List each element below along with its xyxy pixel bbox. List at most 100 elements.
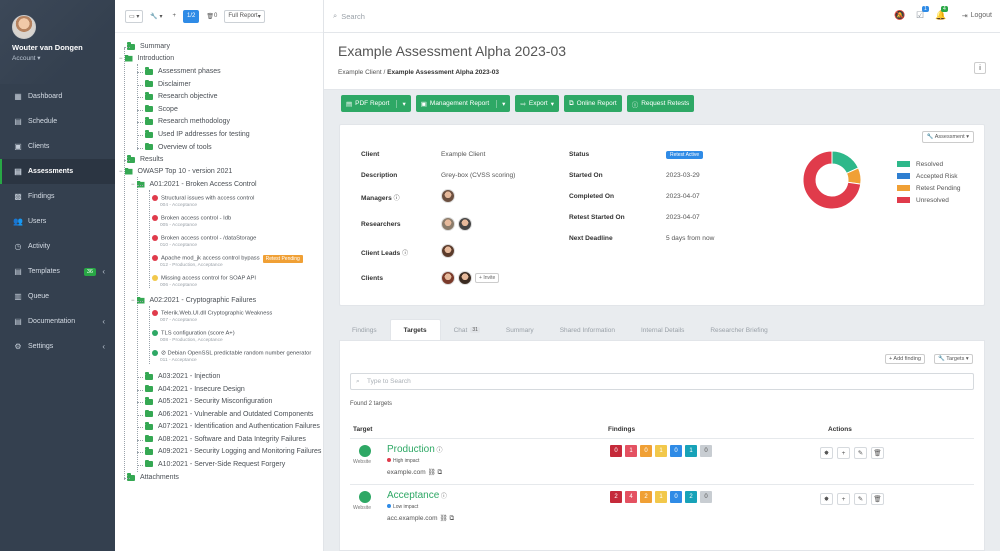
collapse-icon[interactable]: − (119, 56, 123, 62)
add-finding-button[interactable]: + Add finding (885, 354, 925, 364)
severity-count[interactable]: 2 (610, 491, 622, 503)
tab-targets[interactable]: Targets (390, 319, 441, 341)
collapse-icon[interactable]: − (119, 169, 123, 175)
sidebar-item-dashboard[interactable]: ▦Dashboard (0, 84, 115, 109)
info-icon[interactable]: ⓘ (435, 448, 443, 454)
logout-button[interactable]: ⇥Logout (962, 12, 992, 20)
tree-node-owasp-category[interactable]: A05:2021 - Security Misconfiguration (145, 398, 272, 405)
legend-item[interactable]: Accepted Risk (897, 170, 960, 182)
finding-item[interactable]: Telerik.Web.UI.dll Cryptographic Weaknes… (152, 310, 272, 323)
tree-node-owasp-category[interactable]: A09:2021 - Security Logging and Monitori… (145, 448, 321, 455)
invite-button[interactable]: + Invite (475, 273, 499, 283)
severity-count[interactable]: 0 (700, 445, 712, 457)
severity-count[interactable]: 1 (625, 445, 637, 457)
avatar[interactable] (441, 244, 455, 258)
tree-node-owasp-category[interactable]: A04:2021 - Insecure Design (145, 386, 245, 393)
edit-icon[interactable]: ✎ (854, 447, 867, 459)
sidebar-item-documentation[interactable]: ▤Documentation‹ (0, 309, 115, 334)
sidebar-item-queue[interactable]: ▥Queue (0, 284, 115, 309)
legend-item[interactable]: Unresolved (897, 194, 960, 206)
sidebar-item-clients[interactable]: ▣Clients (0, 134, 115, 159)
severity-count[interactable]: 4 (625, 491, 637, 503)
severity-count[interactable]: 1 (655, 445, 667, 457)
add-icon[interactable]: + (170, 10, 180, 23)
finding-item[interactable]: Missing access control for SOAP API006 -… (152, 275, 256, 288)
targets-dropdown[interactable]: 🔧 Targets ▾ (934, 354, 973, 364)
severity-count[interactable]: 2 (685, 491, 697, 503)
sidebar-item-assessments[interactable]: ▤Assessments (0, 159, 115, 184)
link-icon[interactable]: ⛓ (426, 469, 436, 476)
tab-researcher-briefing[interactable]: Researcher Briefing (697, 319, 780, 341)
tree-node-intro-item[interactable]: Research objective (145, 93, 218, 100)
avatar[interactable] (441, 271, 455, 285)
tab-chat[interactable]: Chat31 (441, 319, 493, 341)
severity-count[interactable]: 0 (640, 445, 652, 457)
collapse-icon[interactable]: − (131, 298, 135, 304)
export-button[interactable]: ⇨Export ▾ (515, 95, 559, 112)
tree-node-owasp-category[interactable]: A10:2021 - Server-Side Request Forgery (145, 461, 285, 468)
finding-item[interactable]: Broken access control - /dataStorage010 … (152, 235, 256, 248)
tree-node-intro-item[interactable]: Scope (145, 106, 178, 113)
assessment-dropdown[interactable]: 🔧 Assessment ▾ (922, 131, 974, 143)
tree-node-intro-item[interactable]: Assessment phases (145, 68, 221, 75)
global-search[interactable]: ⌕Search (333, 11, 365, 21)
tree-node-owasp-category[interactable]: A03:2021 - Injection (145, 373, 220, 380)
info-icon[interactable]: ⓘ (439, 494, 447, 500)
request-retests-button[interactable]: ⓘRequest Retests (627, 95, 695, 112)
sidebar-item-templates[interactable]: ▤Templates36‹ (0, 259, 115, 284)
online-report-button[interactable]: ⧉Online Report (564, 95, 622, 112)
info-icon[interactable]: i (974, 62, 986, 74)
severity-count[interactable]: 1 (685, 445, 697, 457)
avatar[interactable] (458, 217, 472, 231)
report-select[interactable]: Full Report ▾ (224, 10, 264, 23)
tab-shared-information[interactable]: Shared Information (547, 319, 628, 341)
finding-item[interactable]: Apache mod_jk access control bypassRetes… (152, 255, 303, 268)
tree-node-intro-item[interactable]: Used IP addresses for testing (145, 131, 250, 138)
avatar[interactable] (458, 271, 472, 285)
severity-count[interactable]: 0 (670, 445, 682, 457)
target-name-link[interactable]: Production ⓘ (387, 444, 442, 455)
account-menu[interactable]: Account ▾ (12, 54, 115, 62)
target-search-input[interactable]: ⌕Type to Search (350, 373, 974, 390)
delete-icon[interactable]: 🗑 (871, 447, 884, 459)
collapse-icon[interactable]: − (131, 182, 135, 188)
tab-findings[interactable]: Findings (339, 319, 390, 341)
finding-item[interactable]: ⊘ Debian OpenSSL predictable random numb… (152, 350, 311, 363)
external-link-icon[interactable]: ⧉ (448, 515, 454, 522)
bug-icon[interactable]: ✸ (820, 447, 833, 459)
tree-node-attachments[interactable]: Attachments (127, 474, 179, 481)
avatar[interactable] (12, 15, 36, 39)
finding-item[interactable]: Structural issues with access control004… (152, 195, 254, 208)
target-name-link[interactable]: Acceptance ⓘ (387, 490, 447, 501)
legend-item[interactable]: Retest Pending (897, 182, 960, 194)
external-link-icon[interactable]: ⧉ (436, 469, 442, 476)
column-header-target[interactable]: Target (353, 426, 372, 433)
add-icon[interactable]: + (837, 447, 850, 459)
client-link[interactable]: Example Client (441, 151, 485, 158)
sidebar-item-findings[interactable]: ▩Findings (0, 184, 115, 209)
tools-dropdown[interactable]: 🔧 ▾ (147, 10, 165, 23)
sidebar-item-activity[interactable]: ◷Activity (0, 234, 115, 259)
avatar[interactable] (441, 189, 455, 203)
avatar[interactable] (441, 217, 455, 231)
tree-node-a02[interactable]: −A02:2021 - Cryptographic Failures (131, 297, 256, 304)
link-icon[interactable]: ⛓ (438, 515, 448, 522)
tree-node-intro-item[interactable]: Research methodology (145, 118, 230, 125)
delete-icon[interactable]: 🗑 (871, 493, 884, 505)
edit-icon[interactable]: ✎ (854, 493, 867, 505)
page-toggle-button[interactable]: 1/2 (183, 10, 199, 23)
severity-count[interactable]: 0 (610, 445, 622, 457)
severity-count[interactable]: 2 (640, 491, 652, 503)
tree-node-intro-item[interactable]: Disclaimer (145, 81, 191, 88)
sidebar-item-settings[interactable]: ⚙Settings‹ (0, 334, 115, 359)
pdf-report-button[interactable]: ▤PDF Report▾ (341, 95, 411, 112)
tasks-icon[interactable]: ☑1 (916, 10, 924, 21)
legend-item[interactable]: Resolved (897, 158, 960, 170)
tab-internal-details[interactable]: Internal Details (628, 319, 697, 341)
finding-item[interactable]: TLS configuration (score A+)008 - Produc… (152, 330, 235, 343)
severity-count[interactable]: 1 (655, 491, 667, 503)
tree-node-introduction[interactable]: −Introduction (119, 55, 174, 62)
tree-node-results[interactable]: Results (127, 156, 163, 163)
tree-node-owasp-category[interactable]: A07:2021 - Identification and Authentica… (145, 423, 320, 430)
tab-summary[interactable]: Summary (493, 319, 547, 341)
